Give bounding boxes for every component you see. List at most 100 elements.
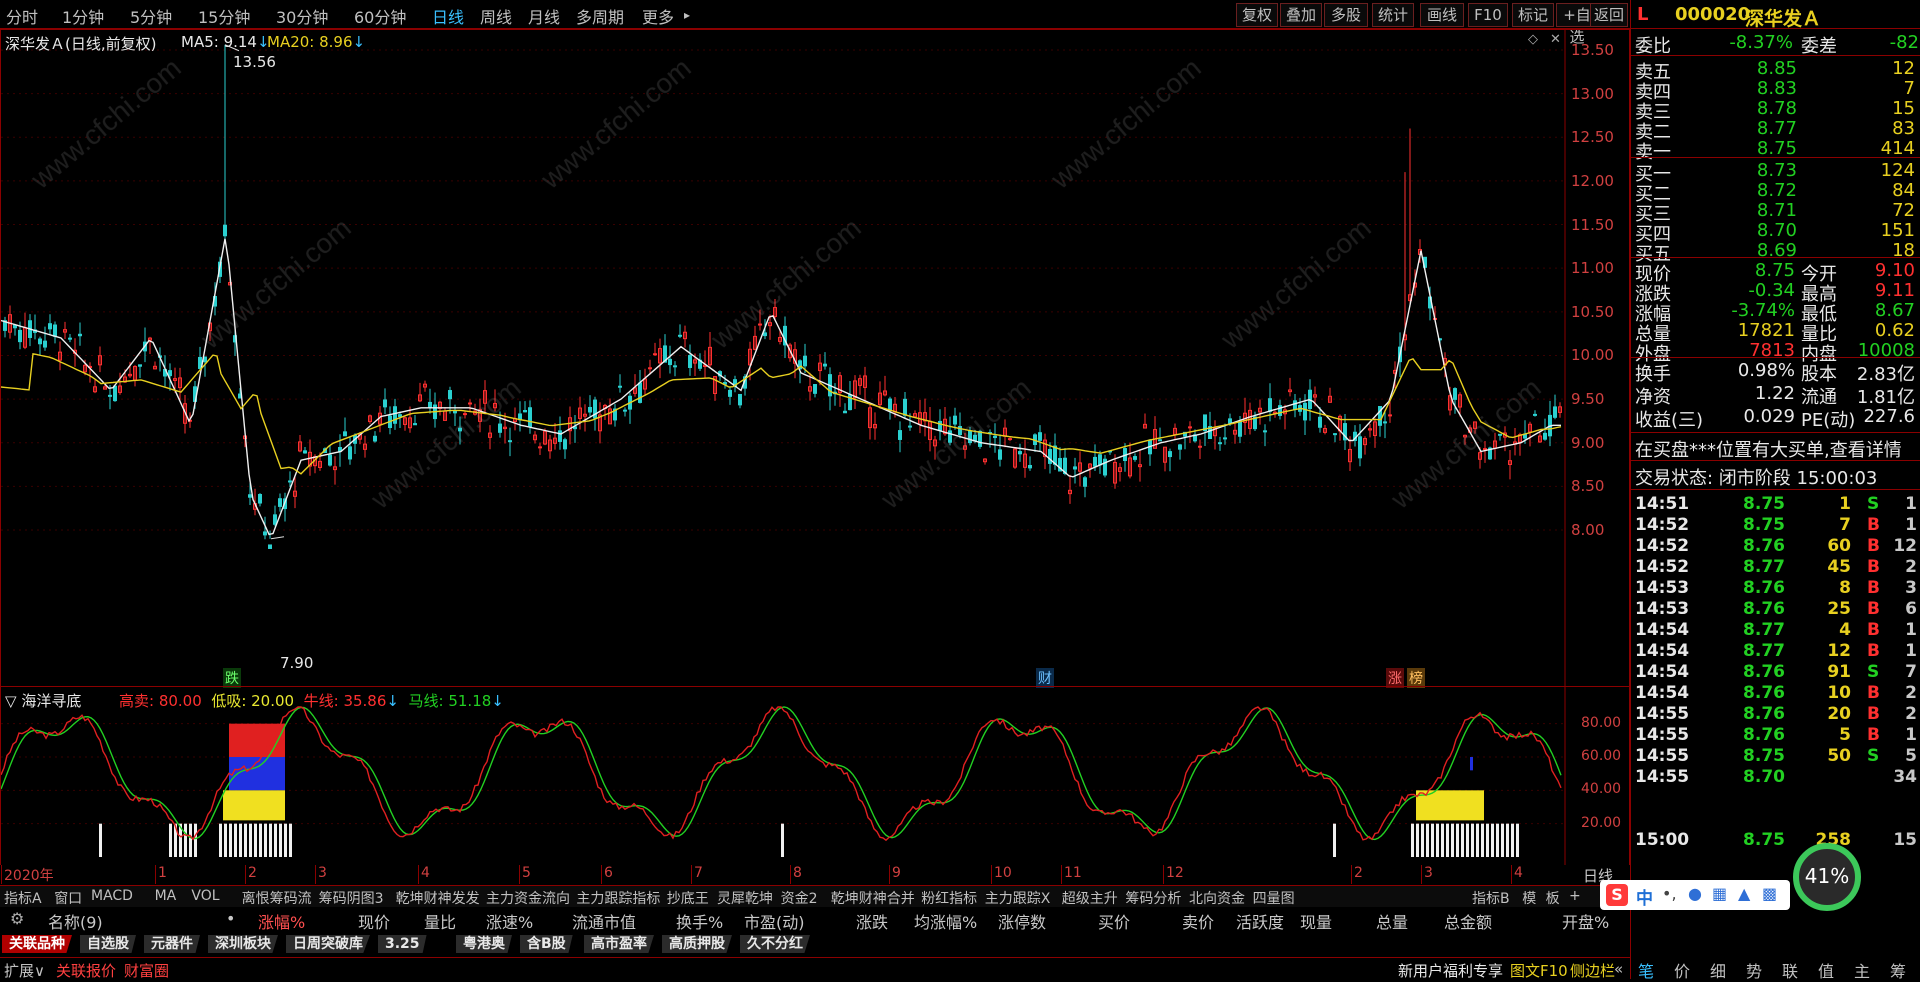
indicator-tab[interactable]: 窗口 [54, 888, 82, 908]
event-tag-rank[interactable]: 榜 [1407, 668, 1425, 688]
diamond-icon[interactable]: ◇ [1528, 32, 1538, 47]
sector-tab[interactable]: 3.25 [378, 935, 427, 953]
sector-tab[interactable]: 久不分红 [740, 935, 810, 953]
column-header[interactable]: 总量 [1376, 909, 1408, 933]
event-tag-rise[interactable]: 涨 [1386, 668, 1404, 688]
indicator-tab[interactable]: 超级主升 [1062, 888, 1118, 908]
ime-toolbar[interactable]: S 中 •, ● ▦ ▲ ▩ [1600, 880, 1790, 910]
stats-button[interactable]: 统计 [1372, 3, 1414, 27]
ime-logo-icon[interactable]: S [1606, 884, 1628, 906]
candlestick-chart[interactable]: www.cfchi.comwww.cfchi.comwww.cfchi.comw… [1, 30, 1629, 686]
sector-tab[interactable]: 粤港奥 [456, 935, 512, 953]
skin-icon[interactable]: ▲ [1738, 884, 1750, 903]
indicator-chart[interactable] [1, 687, 1629, 865]
multi-stock-button[interactable]: 多股 [1324, 3, 1368, 27]
draw-line-button[interactable]: 画线 [1420, 3, 1464, 27]
tab-60min[interactable]: 60分钟 [354, 4, 406, 28]
column-header[interactable]: 现价 [358, 909, 390, 933]
event-tag-fall[interactable]: 跌 [223, 668, 241, 688]
indicator-tab[interactable]: 四量图 [1253, 888, 1295, 908]
tab-daily[interactable]: 日线 [432, 4, 464, 28]
column-header[interactable]: 活跃度 [1236, 909, 1284, 933]
quote-bottom-tab[interactable]: 势 [1746, 958, 1762, 982]
quote-bottom-tab[interactable]: 细 [1710, 958, 1726, 982]
indicator-tab[interactable]: 筹码分析 [1125, 888, 1181, 908]
indicator-tab[interactable]: 模 [1522, 888, 1536, 908]
overlay-button[interactable]: 叠加 [1280, 3, 1322, 27]
sector-tab[interactable]: 深圳板块 [208, 935, 278, 953]
event-tag-finance[interactable]: 财 [1036, 668, 1054, 688]
toolbox-icon[interactable]: ▩ [1762, 884, 1777, 903]
tab-more[interactable]: 更多 [642, 4, 674, 28]
sector-tab[interactable]: 关联品种 [2, 935, 72, 953]
sector-tab[interactable]: 高质押股 [662, 935, 732, 953]
column-header[interactable]: 换手% [676, 909, 723, 933]
indicator-tab[interactable]: 乾坤财神合并 [831, 888, 915, 908]
column-header[interactable]: 卖价 [1182, 909, 1214, 933]
quote-bottom-tab[interactable]: 值 [1818, 958, 1834, 982]
fuquan-button[interactable]: 复权 [1236, 3, 1278, 27]
column-header[interactable]: 涨停数 [998, 909, 1046, 933]
related-quotes-link[interactable]: 关联报价 [56, 960, 116, 981]
indicator-tab[interactable]: 主力资金流向 [486, 888, 570, 908]
column-header[interactable]: 量比 [424, 909, 456, 933]
column-header[interactable]: 现量 [1300, 909, 1332, 933]
column-header[interactable]: • [226, 909, 235, 928]
indicator-tab[interactable]: 资金2 [781, 888, 818, 908]
indicator-tab[interactable]: 筹码阴图3 [319, 888, 384, 908]
sector-tab[interactable]: 日周突破库 [286, 935, 370, 953]
indicator-tab[interactable]: 粉红指标 [921, 888, 977, 908]
indicator-tab[interactable]: 乾坤财神发发 [396, 888, 480, 908]
collapse-icon[interactable]: ▽ [5, 692, 17, 710]
indicator-tab[interactable]: VOL [191, 888, 219, 904]
indicator-tab[interactable]: 抄底王 [667, 888, 709, 908]
column-header[interactable]: 总金额 [1444, 909, 1492, 933]
sector-tab[interactable]: 元器件 [144, 935, 200, 953]
tab-30min[interactable]: 30分钟 [276, 4, 328, 28]
quote-bottom-tab[interactable]: 联 [1782, 958, 1798, 982]
sidebar-toggle[interactable]: 侧边栏 [1570, 960, 1615, 981]
indicator-tab[interactable]: 主力跟踪指标 [576, 888, 660, 908]
expand-button[interactable]: 扩展∨ [4, 960, 45, 981]
column-header[interactable]: 名称(9) [48, 909, 103, 933]
mark-button[interactable]: 标记 [1512, 3, 1554, 27]
indicator-tab[interactable]: MA [155, 888, 177, 904]
tab-15min[interactable]: 15分钟 [198, 4, 250, 28]
column-header[interactable]: 开盘% [1562, 909, 1609, 933]
column-header[interactable]: 涨速% [486, 909, 533, 933]
f10-text-link[interactable]: 图文F10 [1510, 960, 1568, 981]
quote-bottom-tab[interactable]: 笔 [1638, 958, 1654, 982]
column-header[interactable]: 均涨幅% [914, 909, 977, 933]
back-button[interactable]: 返回 [1590, 3, 1628, 27]
sector-tab[interactable]: 自选股 [80, 935, 136, 953]
indicator-tab[interactable]: 指标A [4, 888, 42, 908]
tab-5min[interactable]: 5分钟 [130, 4, 172, 28]
column-header[interactable]: 涨幅% [258, 909, 305, 933]
indicator-tab[interactable]: 板 [1546, 888, 1560, 908]
speed-ball[interactable]: 41% [1793, 843, 1861, 911]
column-header[interactable]: 涨跌 [856, 909, 888, 933]
punctuation-icon[interactable]: •, [1662, 884, 1677, 903]
indicator-tab[interactable]: 离恨筹码流 [242, 888, 312, 908]
quote-bottom-tab[interactable]: 筹 [1890, 958, 1906, 982]
column-header[interactable]: 买价 [1098, 909, 1130, 933]
sector-tab[interactable]: 含B股 [520, 935, 573, 953]
quote-bottom-tab[interactable]: 价 [1674, 958, 1690, 982]
sector-tab[interactable]: 高市盈率 [584, 935, 654, 953]
tab-fenshi[interactable]: 分时 [6, 4, 38, 28]
tab-monthly[interactable]: 月线 [528, 4, 560, 28]
microphone-icon[interactable]: ● [1688, 884, 1702, 903]
settings-gear-icon[interactable]: ⚙ [10, 909, 24, 928]
column-header[interactable]: 市盈(动) [744, 909, 805, 933]
indicator-tab[interactable]: + [1569, 888, 1581, 904]
close-icon[interactable]: ✕ [1550, 32, 1561, 47]
indicator-tab[interactable]: 北向资金 [1189, 888, 1245, 908]
indicator-tab[interactable]: MACD [91, 888, 133, 904]
big-order-notice[interactable]: 在买盘***位置有大买单,查看详情 [1635, 436, 1902, 462]
quote-bottom-tab[interactable]: 主 [1854, 958, 1870, 982]
tab-multi-period[interactable]: 多周期 [576, 4, 624, 28]
f10-button[interactable]: F10 [1468, 3, 1508, 27]
keyboard-icon[interactable]: ▦ [1712, 884, 1727, 903]
column-header[interactable]: 流通市值 [572, 909, 636, 933]
indicator-tab[interactable]: 主力跟踪X [985, 888, 1051, 908]
